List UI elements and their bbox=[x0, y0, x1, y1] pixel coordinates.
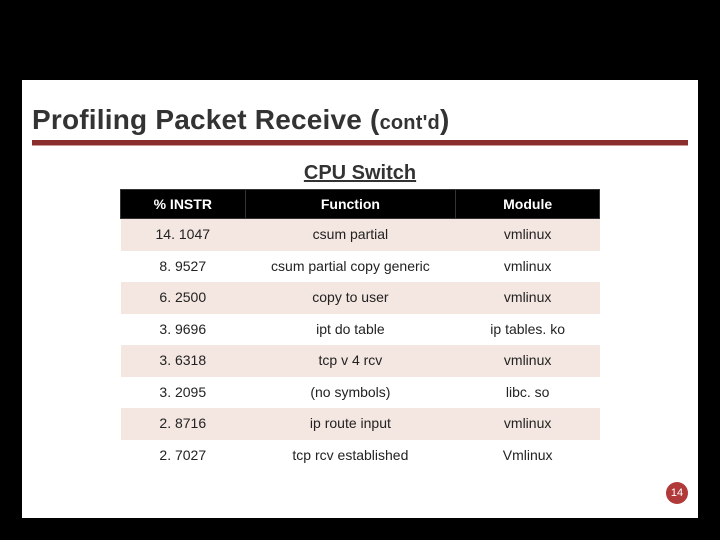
cell-func: (no symbols) bbox=[245, 377, 456, 409]
cell-instr: 6. 2500 bbox=[121, 282, 246, 314]
table-row: 14. 1047 csum partial vmlinux bbox=[121, 219, 600, 251]
cell-instr: 2. 7027 bbox=[121, 440, 246, 472]
cell-module: ip tables. ko bbox=[456, 314, 600, 346]
table-row: 6. 2500 copy to user vmlinux bbox=[121, 282, 600, 314]
cell-instr: 14. 1047 bbox=[121, 219, 246, 251]
cell-module: vmlinux bbox=[456, 345, 600, 377]
slide-title: Profiling Packet Receive (cont'd) bbox=[32, 104, 688, 136]
cell-module: libc. so bbox=[456, 377, 600, 409]
table-row: 2. 8716 ip route input vmlinux bbox=[121, 408, 600, 440]
cell-func: tcp rcv established bbox=[245, 440, 456, 472]
cell-instr: 3. 6318 bbox=[121, 345, 246, 377]
cell-func: ipt do table bbox=[245, 314, 456, 346]
cell-instr: 3. 2095 bbox=[121, 377, 246, 409]
cell-module: Vmlinux bbox=[456, 440, 600, 472]
table-row: 3. 9696 ipt do table ip tables. ko bbox=[121, 314, 600, 346]
cell-func: ip route input bbox=[245, 408, 456, 440]
cell-instr: 8. 9527 bbox=[121, 251, 246, 283]
table-title: CPU Switch bbox=[22, 162, 698, 185]
cell-instr: 2. 8716 bbox=[121, 408, 246, 440]
cell-module: vmlinux bbox=[456, 219, 600, 251]
title-underline bbox=[32, 140, 688, 146]
header-module: Module bbox=[456, 190, 600, 219]
cell-module: vmlinux bbox=[456, 251, 600, 283]
table-row: 8. 9527 csum partial copy generic vmlinu… bbox=[121, 251, 600, 283]
cell-func: csum partial copy generic bbox=[245, 251, 456, 283]
header-func: Function bbox=[245, 190, 456, 219]
header-instr: % INSTR bbox=[121, 190, 246, 219]
slide: Profiling Packet Receive (cont'd) CPU Sw… bbox=[22, 80, 698, 518]
cell-func: csum partial bbox=[245, 219, 456, 251]
page-number-badge: 14 bbox=[666, 482, 688, 504]
table-row: 3. 6318 tcp v 4 rcv vmlinux bbox=[121, 345, 600, 377]
profiling-table-wrap: % INSTR Function Module 14. 1047 csum pa… bbox=[120, 189, 600, 471]
table-header-row: % INSTR Function Module bbox=[121, 190, 600, 219]
cell-func: tcp v 4 rcv bbox=[245, 345, 456, 377]
table-row: 2. 7027 tcp rcv established Vmlinux bbox=[121, 440, 600, 472]
cell-func: copy to user bbox=[245, 282, 456, 314]
cell-module: vmlinux bbox=[456, 282, 600, 314]
cell-instr: 3. 9696 bbox=[121, 314, 246, 346]
title-block: Profiling Packet Receive (cont'd) bbox=[22, 80, 698, 152]
cell-module: vmlinux bbox=[456, 408, 600, 440]
title-close: ) bbox=[440, 104, 450, 135]
title-contd: cont'd bbox=[380, 112, 440, 134]
title-main: Profiling Packet Receive ( bbox=[32, 104, 380, 135]
profiling-table: % INSTR Function Module 14. 1047 csum pa… bbox=[120, 189, 600, 471]
table-row: 3. 2095 (no symbols) libc. so bbox=[121, 377, 600, 409]
